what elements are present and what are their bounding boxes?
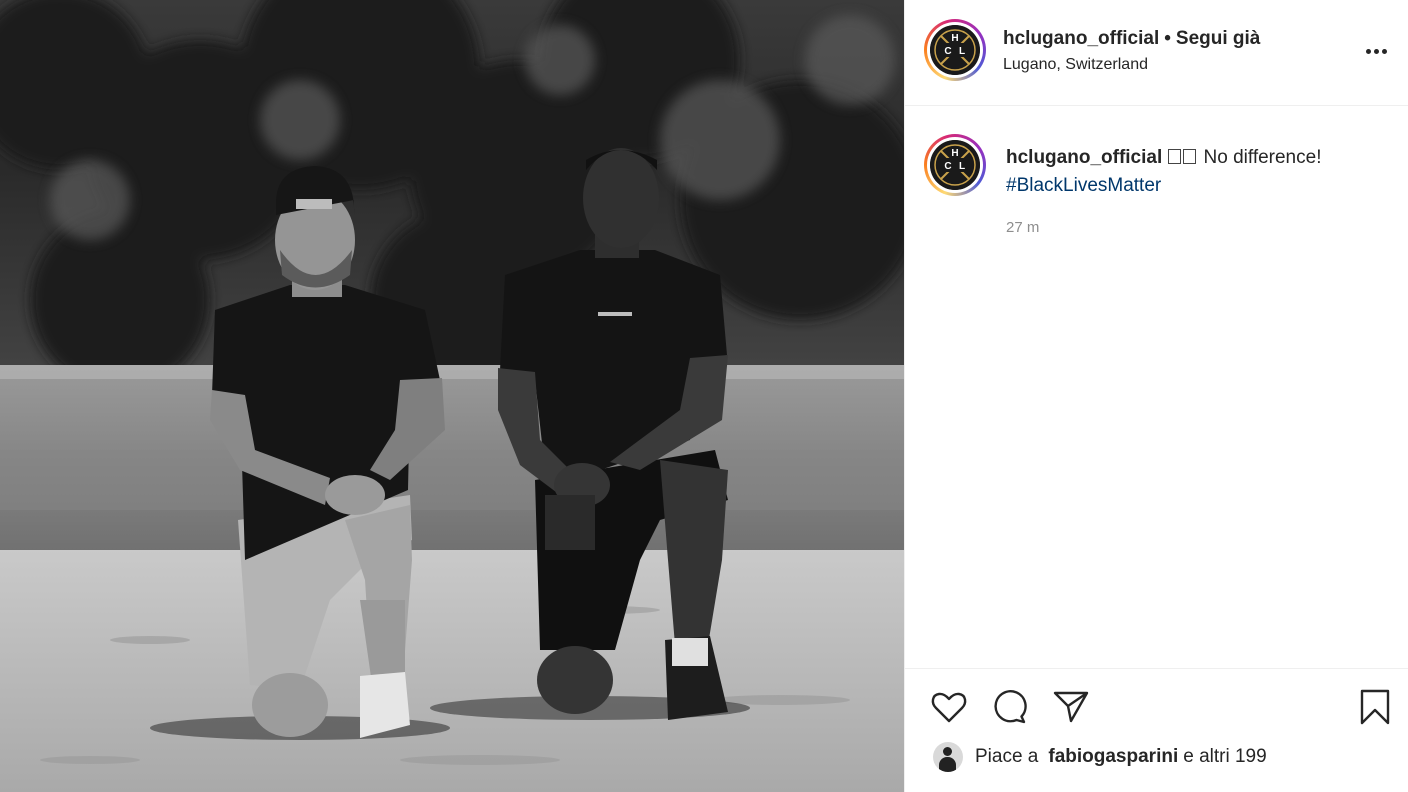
hclugano-logo-icon: H C L [930,140,980,190]
hclugano-logo-icon: H C L [930,25,980,75]
svg-text:C: C [944,46,951,57]
follow-status-button[interactable]: Segui già [1176,28,1260,49]
hashtag-link[interactable]: #BlackLivesMatter [1006,175,1161,196]
heart-icon[interactable] [929,687,969,727]
caption-username-link[interactable]: hclugano_official [1006,147,1162,168]
location-link[interactable]: Lugano, Switzerland [1003,56,1148,74]
comment-icon[interactable] [989,687,1029,727]
svg-text:H: H [951,33,958,44]
post-caption: hclugano_official No difference! #BlackL… [1006,144,1386,200]
svg-text:C: C [944,161,951,172]
missing-emoji-glyph-icon [1168,149,1182,164]
likes-others-link[interactable]: e altri 199 [1183,746,1266,768]
liker-avatar[interactable] [933,742,963,772]
liker-username-link[interactable]: fabiogasparini [1048,746,1178,768]
svg-text:L: L [959,161,965,172]
caption-text: No difference! [1203,147,1322,168]
header-title-line: hclugano_official • Segui già [1003,28,1260,50]
more-options-icon[interactable] [1361,36,1391,66]
post-side-panel: H C L hclugano_official • Segui già Lugano… [904,0,1408,792]
bookmark-icon[interactable] [1355,687,1395,727]
svg-text:L: L [959,46,965,57]
author-username-link[interactable]: hclugano_official [1003,28,1159,49]
svg-text:H: H [951,148,958,159]
author-avatar[interactable]: H C L [924,19,986,81]
likes-summary: Piace a fabiogasparini e altri 199 [933,741,1267,773]
paper-plane-icon[interactable] [1051,687,1091,727]
post-photo [0,0,904,792]
post-timestamp[interactable]: 27 m [1006,219,1039,236]
post-actions-bar: Piace a fabiogasparini e altri 199 [905,668,1408,792]
likes-prefix: Piace a [975,746,1039,767]
post-header: H C L hclugano_official • Segui già Lugano… [905,0,1408,106]
separator-dot: • [1164,28,1171,49]
missing-emoji-glyph-icon [1183,149,1197,164]
caption-author-avatar[interactable]: H C L [924,134,986,196]
